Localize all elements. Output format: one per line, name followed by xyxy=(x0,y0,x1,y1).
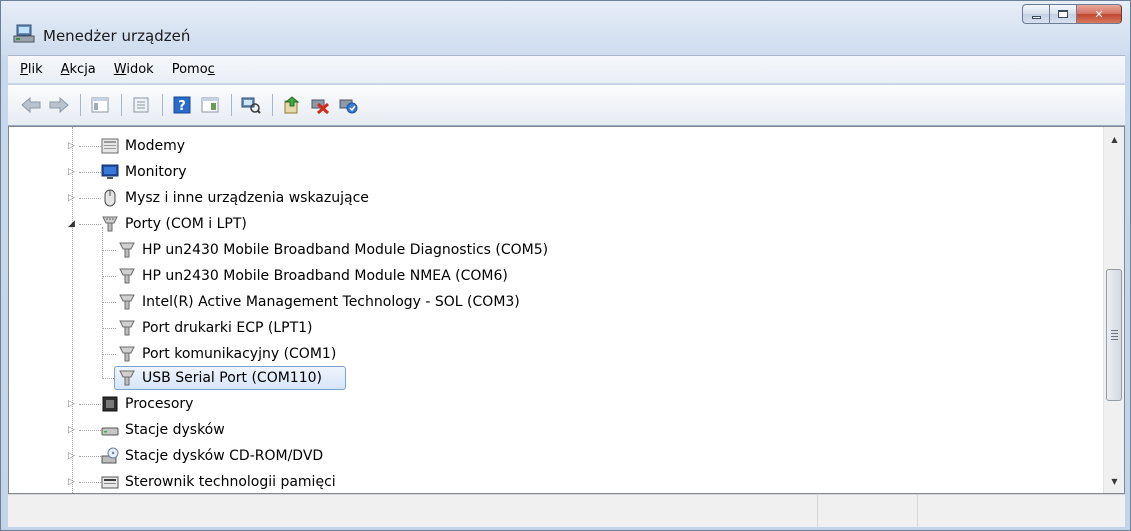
expand-arrow-icon[interactable]: ▷ xyxy=(68,451,75,461)
tree-item-port-com6[interactable]: HP un2430 Mobile Broadband Module NMEA (… xyxy=(102,263,508,289)
close-icon: ✕ xyxy=(1094,7,1104,21)
scan-hardware-button[interactable] xyxy=(238,92,264,118)
port-icon xyxy=(118,293,136,311)
tree-item-mice[interactable]: ▷ Mysz i inne urządzenia wskazujące xyxy=(68,185,369,211)
expand-arrow-icon[interactable]: ▷ xyxy=(68,399,75,409)
port-icon xyxy=(118,369,136,387)
expand-arrow-icon[interactable]: ▷ xyxy=(68,193,75,203)
toolbar-separator xyxy=(80,94,81,116)
tree-item-port-com3[interactable]: Intel(R) Active Management Technology - … xyxy=(102,289,520,315)
back-button[interactable] xyxy=(18,92,44,118)
tree-item-cdrom-drives[interactable]: ▷ Stacje dysków CD-ROM/DVD xyxy=(68,443,323,469)
window-title: Menedżer urządzeń xyxy=(43,27,191,45)
expand-arrow-icon[interactable]: ▷ xyxy=(68,141,75,151)
menu-file[interactable]: Plik xyxy=(11,59,52,81)
expand-arrow-icon[interactable]: ▷ xyxy=(68,425,75,435)
back-icon xyxy=(21,97,41,113)
scroll-up-button[interactable]: ▲ xyxy=(1104,129,1124,149)
port-icon xyxy=(118,241,136,259)
disable-device-button[interactable] xyxy=(307,92,333,118)
title-bar[interactable]: Menedżer urządzeń ✕ xyxy=(1,1,1130,55)
device-tree-panel: ▷ Modemy ▷ Monitory ▷ Mysz i inne urządz… xyxy=(8,126,1125,494)
status-cell-secondary xyxy=(818,495,918,527)
tree-item-usb-serial-com110[interactable]: USB Serial Port (COM110) xyxy=(102,365,346,391)
tree-item-monitors[interactable]: ▷ Monitory xyxy=(68,159,187,185)
device-manager-app-icon xyxy=(13,24,37,44)
menu-help[interactable]: Pomoc xyxy=(163,59,224,81)
scrollbar-grip-icon xyxy=(1111,330,1118,342)
forward-button[interactable] xyxy=(46,92,72,118)
disable-device-icon xyxy=(311,99,330,114)
scroll-down-button[interactable]: ▼ xyxy=(1104,471,1124,491)
menu-view[interactable]: Widok xyxy=(105,59,163,81)
expand-arrow-icon[interactable]: ▷ xyxy=(68,477,75,487)
scrollbar-thumb[interactable] xyxy=(1106,269,1122,401)
close-button[interactable]: ✕ xyxy=(1076,4,1122,24)
scroll-down-arrow-icon: ▼ xyxy=(1111,476,1118,486)
action-pane-icon xyxy=(201,97,219,113)
menu-bar: Plik Akcja Widok Pomoc xyxy=(8,55,1125,83)
toolbar-separator xyxy=(231,94,232,116)
tree-item-port-lpt1[interactable]: Port drukarki ECP (LPT1) xyxy=(102,315,313,341)
toolbar-separator xyxy=(272,94,273,116)
enable-device-icon xyxy=(339,99,358,114)
port-icon xyxy=(118,345,136,363)
tree-item-ports[interactable]: ◢ Porty (COM i LPT) xyxy=(68,211,247,237)
port-icon xyxy=(118,267,136,285)
port-icon xyxy=(101,215,119,233)
minimize-button[interactable] xyxy=(1022,4,1049,24)
status-cell-main xyxy=(8,495,818,527)
update-driver-icon xyxy=(284,96,300,114)
help-icon: ? xyxy=(173,96,191,114)
device-manager-window: Menedżer urządzeń ✕ Plik Akcja Widok Pom… xyxy=(0,0,1131,531)
maximize-button[interactable] xyxy=(1049,4,1076,24)
vertical-scrollbar[interactable]: ▲ ▼ xyxy=(1103,127,1124,493)
toolbar-separator xyxy=(162,94,163,116)
svg-text:?: ? xyxy=(178,99,186,114)
tree-item-modems[interactable]: ▷ Modemy xyxy=(68,133,185,159)
help-button[interactable]: ? xyxy=(169,92,195,118)
forward-icon xyxy=(49,97,69,113)
properties-icon xyxy=(133,97,149,113)
toolbar-separator xyxy=(121,94,122,116)
scan-hardware-icon xyxy=(241,97,261,114)
minimize-icon xyxy=(1031,15,1041,19)
tree-item-processors[interactable]: ▷ Procesory xyxy=(68,391,193,417)
disk-drive-icon xyxy=(101,421,119,439)
tree-item-memory-controllers[interactable]: ▷ Sterownik technologii pamięci xyxy=(68,469,336,493)
modem-icon xyxy=(101,137,119,155)
cdrom-icon xyxy=(101,447,119,465)
tree-item-disk-drives[interactable]: ▷ Stacje dysków xyxy=(68,417,225,443)
port-icon xyxy=(118,319,136,337)
memory-controller-icon xyxy=(101,473,119,491)
mouse-icon xyxy=(101,189,119,207)
expand-arrow-icon[interactable]: ▷ xyxy=(68,167,75,177)
enable-device-button[interactable] xyxy=(335,92,361,118)
scroll-up-arrow-icon: ▲ xyxy=(1111,134,1118,144)
status-cell-tertiary xyxy=(918,495,1018,527)
menu-action[interactable]: Akcja xyxy=(52,59,105,81)
device-tree[interactable]: ▷ Modemy ▷ Monitory ▷ Mysz i inne urządz… xyxy=(9,127,1103,493)
show-hide-tree-button[interactable] xyxy=(87,92,113,118)
monitor-icon xyxy=(101,163,119,181)
show-hide-tree-icon xyxy=(91,97,109,113)
update-driver-button[interactable] xyxy=(279,92,305,118)
caption-buttons: ✕ xyxy=(1022,4,1122,24)
collapse-arrow-icon[interactable]: ◢ xyxy=(68,219,75,229)
properties-button[interactable] xyxy=(128,92,154,118)
maximize-icon xyxy=(1058,10,1068,18)
processor-icon xyxy=(101,395,119,413)
action-pane-button[interactable] xyxy=(197,92,223,118)
tree-item-port-com1[interactable]: Port komunikacyjny (COM1) xyxy=(102,341,336,367)
status-bar xyxy=(8,494,1125,527)
tree-item-port-com5[interactable]: HP un2430 Mobile Broadband Module Diagno… xyxy=(102,237,548,263)
toolbar: ? xyxy=(8,84,1125,126)
